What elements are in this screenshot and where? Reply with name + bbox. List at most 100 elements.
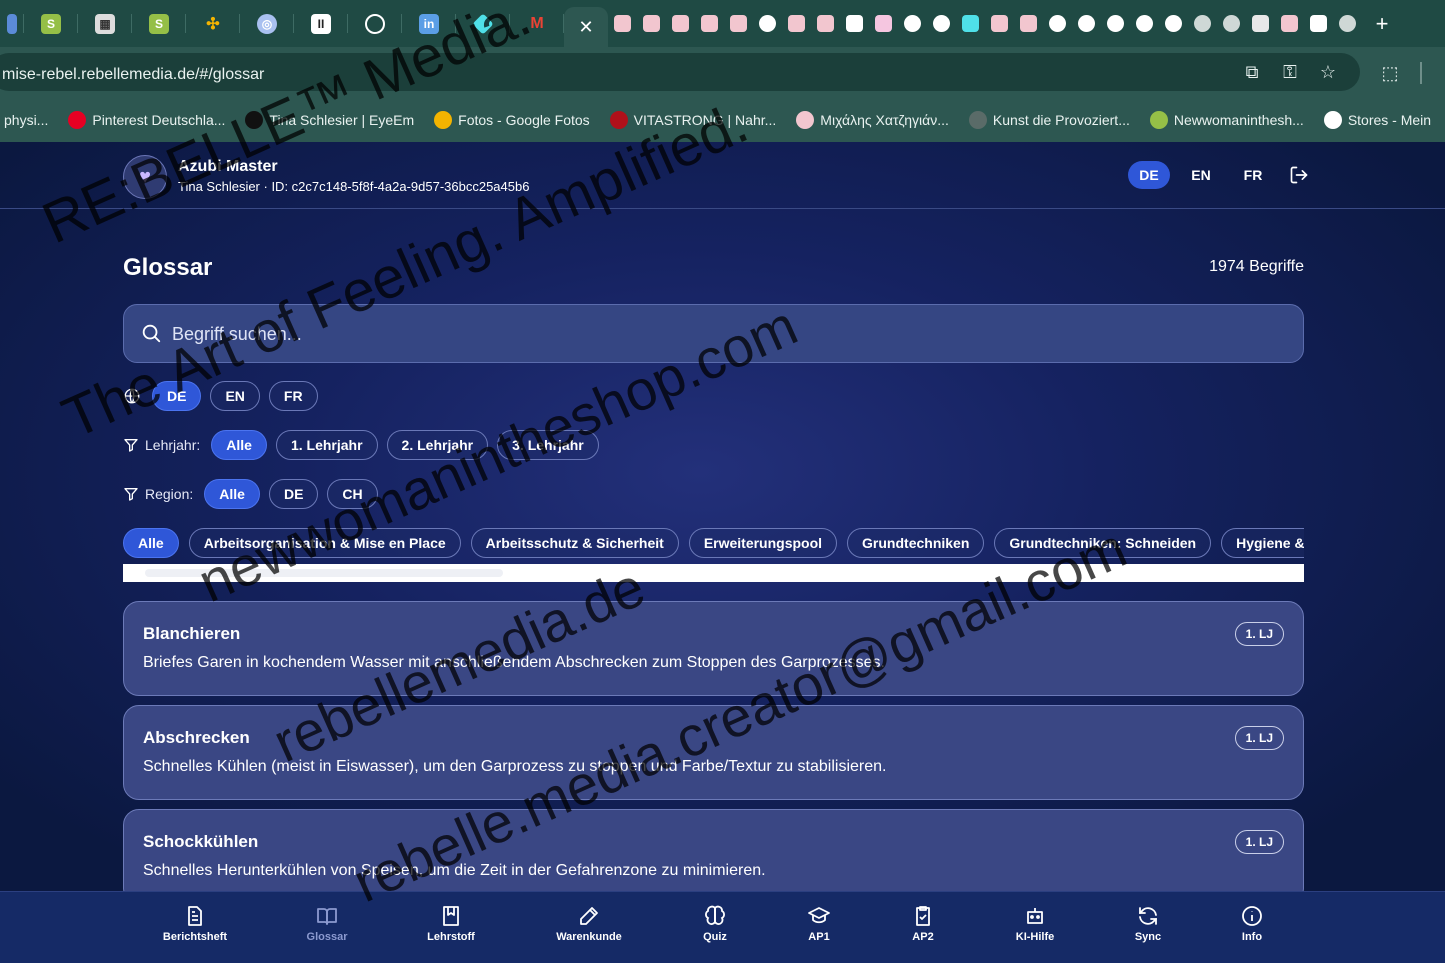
tab[interactable]: S: [24, 0, 78, 47]
nav-quiz[interactable]: Quiz: [670, 904, 760, 943]
heart-icon: [875, 15, 892, 32]
tab[interactable]: in: [402, 0, 456, 47]
nav-label: AP1: [808, 931, 830, 943]
nav-berichtsheft[interactable]: Berichtsheft: [150, 904, 240, 943]
linkedin-icon: in: [419, 13, 439, 34]
bookmark-item[interactable]: VITASTRONG | Nahr...: [609, 110, 776, 129]
install-app-icon[interactable]: ⧉: [1240, 60, 1264, 84]
category-chip[interactable]: Erweiterungspool: [688, 528, 838, 558]
pinned-tab[interactable]: [637, 0, 666, 47]
pinned-tab[interactable]: [1333, 0, 1362, 47]
category-chip[interactable]: Grundtechniken: [847, 528, 985, 558]
region-chip-alle[interactable]: Alle: [204, 479, 260, 509]
pinned-tab[interactable]: [1246, 0, 1275, 47]
bookmark-item[interactable]: Fotos - Google Fotos: [434, 110, 590, 129]
pinned-tab[interactable]: [1072, 0, 1101, 47]
nav-warenkunde[interactable]: Warenkunde: [544, 904, 634, 943]
lehrjahr-chip-alle[interactable]: Alle: [211, 430, 267, 460]
search-box: [123, 304, 1304, 363]
pinned-tab[interactable]: [782, 0, 811, 47]
github-icon: [1049, 15, 1066, 32]
avatar[interactable]: ♥: [123, 155, 167, 199]
tab[interactable]: [456, 0, 510, 47]
nav-info[interactable]: Info: [1207, 904, 1297, 943]
bookmark-item[interactable]: Stores - Mein: [1323, 110, 1431, 129]
pinned-tab[interactable]: [1159, 0, 1188, 47]
term-lang-fr[interactable]: FR: [268, 381, 318, 411]
bookmark-item[interactable]: Pinterest Deutschla...: [68, 110, 225, 129]
pinned-tab[interactable]: [753, 0, 782, 47]
glossary-card[interactable]: Abschrecken Schnelles Kühlen (meist in E…: [123, 705, 1304, 800]
pinned-tab[interactable]: [1188, 0, 1217, 47]
lang-button-de[interactable]: DE: [1128, 161, 1170, 189]
category-chip[interactable]: Arbeitsorganisation & Mise en Place: [188, 528, 461, 558]
nav-ap2[interactable]: AP2: [878, 904, 968, 943]
scrollbar-thumb[interactable]: [145, 569, 503, 577]
bookmark-item[interactable]: Tina Schlesier | EyeEm: [245, 110, 414, 129]
pinned-tab[interactable]: [869, 0, 898, 47]
bookmark-star-icon[interactable]: ☆: [1316, 60, 1340, 84]
glossary-card[interactable]: Blanchieren Briefes Garen in kochendem W…: [123, 601, 1304, 696]
pinned-tab[interactable]: [666, 0, 695, 47]
tab[interactable]: II: [294, 0, 348, 47]
lang-button-en[interactable]: EN: [1180, 161, 1222, 189]
nav-ki-hilfe[interactable]: KI-Hilfe: [990, 904, 1080, 943]
tab[interactable]: M: [510, 0, 564, 47]
nav-glossar[interactable]: Glossar: [282, 904, 372, 943]
search-input[interactable]: [172, 317, 1272, 351]
pinned-tab[interactable]: [840, 0, 869, 47]
pinned-tab[interactable]: [927, 0, 956, 47]
pinned-tab[interactable]: [898, 0, 927, 47]
chrome-icon: [1223, 15, 1240, 32]
nav-sync[interactable]: Sync: [1103, 904, 1193, 943]
bookmark-item[interactable]: Μιχάλης Χατζηγιάν...: [796, 110, 949, 129]
tab[interactable]: ✣: [186, 0, 240, 47]
region-chip-ch[interactable]: CH: [327, 479, 378, 509]
pinned-tab[interactable]: [1130, 0, 1159, 47]
bookmark-item[interactable]: physi...: [0, 111, 48, 129]
bookmark-item[interactable]: Newwomaninthesh...: [1149, 110, 1304, 129]
extensions-puzzle-icon[interactable]: ⬚: [1378, 61, 1402, 85]
book-open-icon: [317, 908, 337, 925]
glossary-card[interactable]: Schockkühlen Schnelles Herunterkühlen vo…: [123, 809, 1304, 904]
lehrjahr-chip-3[interactable]: 3. Lehrjahr: [497, 430, 599, 460]
lehrjahr-chip-2[interactable]: 2. Lehrjahr: [386, 430, 489, 460]
app-title: Azubi Master: [178, 158, 278, 175]
new-tab-button[interactable]: +: [1362, 0, 1402, 47]
address-bar-url[interactable]: mise-rebel.rebellemedia.de/#/glossar: [2, 66, 264, 84]
pinned-tab[interactable]: [724, 0, 753, 47]
github-icon: [1107, 15, 1124, 32]
pinned-tab[interactable]: [1043, 0, 1072, 47]
pinned-tab[interactable]: [1014, 0, 1043, 47]
pinned-tab[interactable]: [695, 0, 724, 47]
category-chip[interactable]: Alle: [123, 528, 179, 558]
bookmark-item[interactable]: Kunst die Provoziert...: [968, 110, 1130, 129]
category-chip[interactable]: Hygiene & HACCP: [1221, 528, 1304, 558]
pinned-tab[interactable]: [985, 0, 1014, 47]
active-tab-close-button[interactable]: ✕: [564, 7, 608, 47]
term-lang-de[interactable]: DE: [152, 381, 202, 411]
lehrjahr-chip-1[interactable]: 1. Lehrjahr: [275, 430, 378, 460]
tab[interactable]: ◎: [240, 0, 294, 47]
pinned-tab[interactable]: [956, 0, 985, 47]
tab-partial[interactable]: [0, 0, 24, 47]
pinned-tab[interactable]: [1101, 0, 1130, 47]
category-chip[interactable]: Arbeitsschutz & Sicherheit: [470, 528, 679, 558]
password-key-icon[interactable]: ⚿: [1278, 60, 1302, 84]
pinned-tab[interactable]: [1304, 0, 1333, 47]
term-lang-en[interactable]: EN: [210, 381, 260, 411]
region-chip-de[interactable]: DE: [268, 479, 319, 509]
pinned-tab[interactable]: [811, 0, 840, 47]
pinned-tab[interactable]: [608, 0, 637, 47]
tab[interactable]: [348, 0, 402, 47]
category-chip[interactable]: Grundtechniken: Schneiden: [994, 528, 1212, 558]
nav-lehrstoff[interactable]: Lehrstoff: [406, 904, 496, 943]
pinned-tab[interactable]: [1217, 0, 1246, 47]
nav-ap1[interactable]: AP1: [774, 904, 864, 943]
pinned-tab[interactable]: [1275, 0, 1304, 47]
logout-icon[interactable]: [1284, 161, 1314, 189]
lang-button-fr[interactable]: FR: [1232, 161, 1274, 189]
category-scrollbar[interactable]: [123, 564, 1304, 582]
tab[interactable]: ▦: [78, 0, 132, 47]
tab[interactable]: S: [132, 0, 186, 47]
